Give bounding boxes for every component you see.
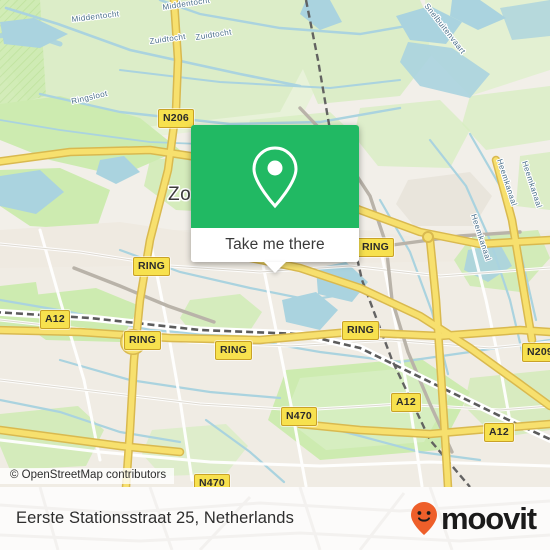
road-shield: N209	[522, 343, 550, 362]
road-shield: RING	[124, 331, 162, 350]
road-shield: A12	[391, 393, 421, 412]
road-shield: RING	[357, 238, 395, 257]
road-shield: A12	[484, 423, 514, 442]
take-me-there-label: Take me there	[225, 236, 325, 253]
map-attribution: © OpenStreetMap contributors	[0, 465, 550, 487]
road-shield: N470	[281, 407, 317, 426]
moovit-wordmark: moovit	[440, 501, 537, 536]
moovit-smiley-pin-icon	[410, 501, 437, 535]
address-label: Eerste Stationsstraat 25, Netherlands	[16, 509, 294, 527]
location-pin-icon	[252, 145, 298, 208]
road-shield: RING	[342, 321, 380, 340]
footer-bar: Eerste Stationsstraat 25, Netherlands mo…	[0, 487, 550, 550]
moovit-logo[interactable]: moovit	[409, 501, 537, 537]
road-shield: A12	[40, 310, 70, 329]
popup-header	[191, 125, 359, 228]
destination-popup-card[interactable]: Take me there	[191, 125, 359, 262]
road-shield: RING	[215, 341, 253, 360]
popup-action-bar[interactable]: Take me there	[191, 228, 359, 262]
popup-pointer-tail	[264, 262, 286, 273]
road-shield: N206	[158, 109, 194, 128]
road-shield: RING	[133, 257, 171, 276]
attribution-text[interactable]: © OpenStreetMap contributors	[0, 467, 175, 485]
moovit-map-page: Middentocht Middentocht Zuidtocht Zuidtocht…	[0, 0, 550, 550]
